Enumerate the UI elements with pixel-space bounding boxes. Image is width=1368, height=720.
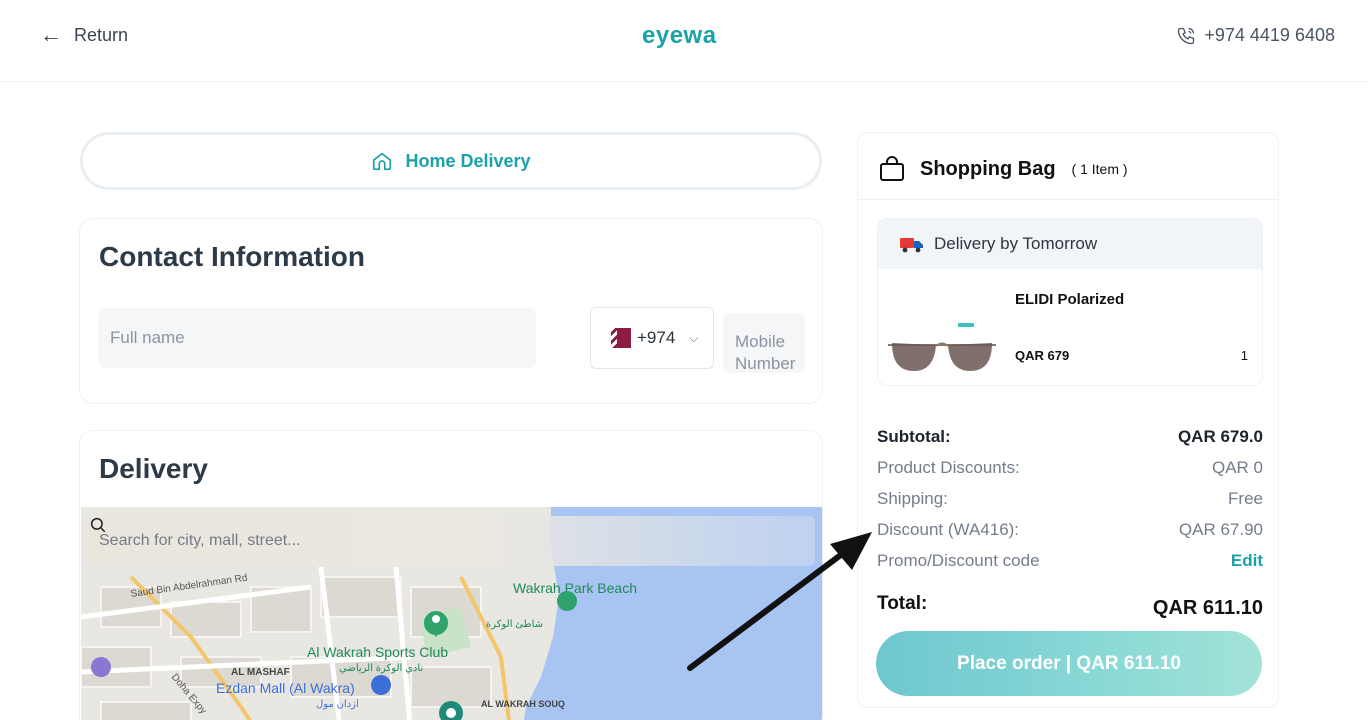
shipping-value: Free bbox=[1228, 489, 1263, 508]
map-label-club-ar: نادي الوكرة الرياضي bbox=[339, 663, 423, 674]
promo-code-row: Promo/Discount code Edit bbox=[877, 551, 1263, 571]
place-order-button[interactable]: Place order | QAR 611.10 bbox=[876, 631, 1262, 696]
delivery-title: Delivery bbox=[99, 453, 208, 484]
subtotal-value: QAR 679.0 bbox=[1177, 427, 1263, 446]
map-search-input[interactable]: Search for city, mall, street... bbox=[89, 516, 815, 566]
total-label: Total: bbox=[877, 593, 928, 614]
total-value: QAR 611.10 bbox=[1152, 597, 1263, 619]
delivery-card: Delivery Saud Bin Abdelrahman Rd Wakrah … bbox=[79, 430, 823, 720]
country-code-value: +974 bbox=[637, 328, 676, 347]
qatar-flag-icon bbox=[611, 328, 631, 348]
subtotal-row: Subtotal: QAR 679.0 bbox=[877, 427, 1263, 447]
shopping-bag-card: Shopping Bag ( 1 Item ) Delivery by Tomo… bbox=[857, 132, 1279, 708]
subtotal-label: Subtotal: bbox=[877, 427, 951, 446]
map-label-beach: Wakrah Park Beach bbox=[513, 580, 637, 596]
chevron-down-icon: ⌵ bbox=[689, 330, 699, 345]
shipping-row: Shipping: Free bbox=[877, 489, 1263, 509]
discount-label: Discount (WA416): bbox=[877, 520, 1020, 539]
country-code-select[interactable]: +974 ⌵ bbox=[590, 307, 714, 369]
divider bbox=[858, 199, 1278, 200]
beach-pin-icon bbox=[557, 591, 577, 611]
phone-icon bbox=[1178, 27, 1195, 44]
product-name[interactable]: ELIDI Polarized bbox=[1015, 291, 1124, 308]
promo-code-label: Promo/Discount code bbox=[877, 551, 1040, 570]
return-label: Return bbox=[74, 24, 129, 45]
shopping-bag-icon bbox=[880, 156, 904, 181]
truck-icon bbox=[900, 238, 923, 253]
return-link[interactable]: ← Return bbox=[40, 24, 128, 46]
map-label-mall: Ezdan Mall (Al Wakra) bbox=[216, 680, 355, 696]
map-label-beach-ar: شاطئ الوكرة bbox=[486, 619, 543, 630]
delivery-banner-text: Delivery by Tomorrow bbox=[934, 234, 1098, 253]
home-delivery-tab[interactable]: Home Delivery bbox=[80, 132, 822, 190]
map-label-mashaf: AL MASHAF bbox=[231, 667, 290, 678]
shipping-label: Shipping: bbox=[877, 489, 948, 508]
product-discounts-label: Product Discounts: bbox=[877, 458, 1020, 477]
product-discounts-value: QAR 0 bbox=[1211, 458, 1263, 477]
home-icon bbox=[373, 152, 392, 171]
phone-contact[interactable]: +974 4419 6408 bbox=[1176, 25, 1335, 46]
shopping-bag-title: Shopping Bag bbox=[920, 157, 1056, 180]
discount-value: QAR 67.90 bbox=[1178, 520, 1263, 539]
delivery-banner: Delivery by Tomorrow bbox=[878, 219, 1262, 269]
mall-pin-icon bbox=[371, 675, 391, 695]
arrow-left-icon: ← bbox=[40, 22, 62, 47]
bag-item-box: Delivery by Tomorrow ELIDI Polarized QAR… bbox=[877, 218, 1263, 386]
contact-information-card: Contact Information Full name +974 ⌵ Mob… bbox=[79, 218, 823, 404]
shopping-bag-header: Shopping Bag ( 1 Item ) bbox=[878, 155, 1128, 183]
phone-number: +974 4419 6408 bbox=[1204, 25, 1335, 45]
total-row: Total: QAR 611.10 bbox=[877, 593, 1263, 620]
full-name-input[interactable]: Full name bbox=[98, 308, 536, 368]
product-quantity: 1 bbox=[1240, 348, 1248, 363]
delivery-map[interactable]: Saud Bin Abdelrahman Rd Wakrah Park Beac… bbox=[81, 507, 822, 720]
mobile-number-input[interactable]: Mobile Number bbox=[723, 313, 805, 373]
edit-promo-button[interactable]: Edit bbox=[1231, 551, 1263, 571]
map-label-souq: AL WAKRAH SOUQ bbox=[481, 699, 565, 709]
home-delivery-label: Home Delivery bbox=[405, 150, 531, 171]
map-label-mall-ar: ازدان مول bbox=[316, 699, 359, 710]
product-price: QAR 679 bbox=[1015, 348, 1070, 363]
brand-logo[interactable]: eyewa bbox=[642, 22, 717, 50]
sunglasses-product-image[interactable] bbox=[884, 319, 1000, 379]
top-header: ← Return eyewa +974 4419 6408 bbox=[0, 0, 1368, 82]
fuel-pin-icon bbox=[91, 657, 111, 677]
map-label-club: Al Wakrah Sports Club bbox=[307, 644, 448, 660]
contact-information-title: Contact Information bbox=[99, 241, 365, 272]
search-placeholder: Search for city, mall, street... bbox=[99, 532, 301, 549]
product-discounts-row: Product Discounts: QAR 0 bbox=[877, 458, 1263, 478]
search-icon bbox=[90, 517, 106, 533]
shopping-bag-count: ( 1 Item ) bbox=[1071, 161, 1128, 177]
discount-row: Discount (WA416): QAR 67.90 bbox=[877, 520, 1263, 540]
